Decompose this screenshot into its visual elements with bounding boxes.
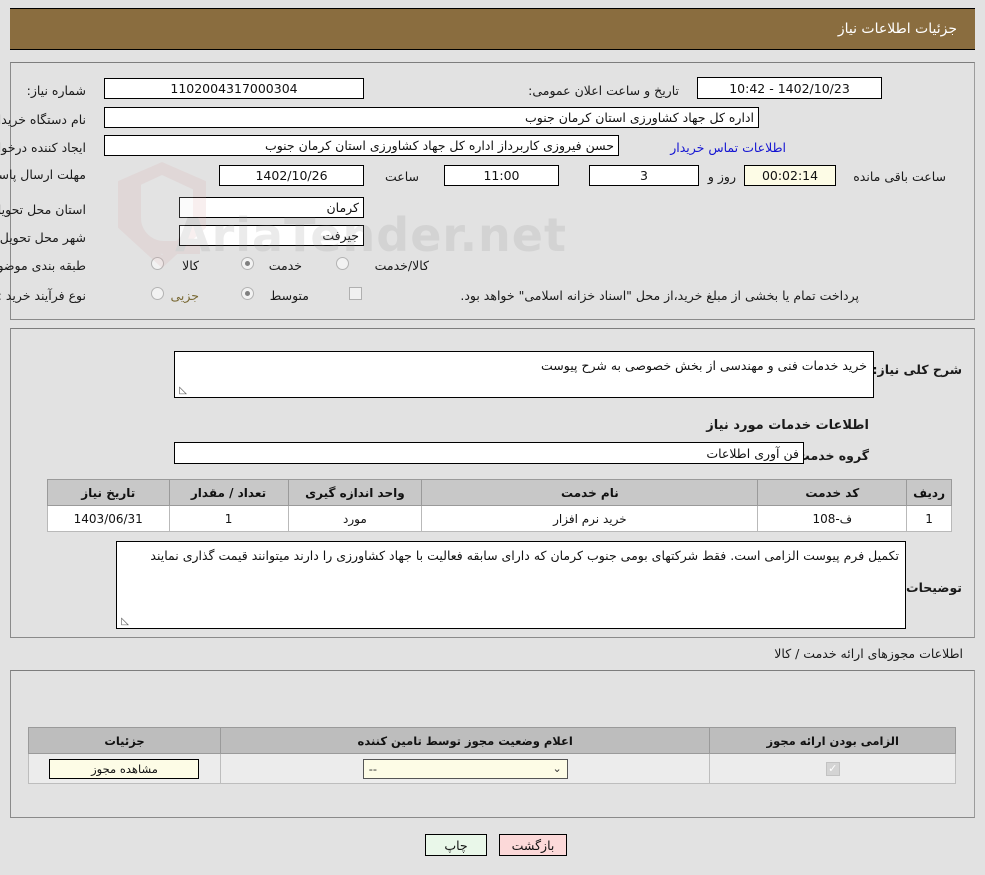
category-label: طبقه بندی موضوعی: <box>0 258 86 273</box>
radio-category-kala-khedmat[interactable] <box>336 257 349 270</box>
deadline-label-text: مهلت ارسال پاسخ: تا تاریخ: <box>0 167 86 182</box>
th-radif: ردیف <box>906 479 952 506</box>
radio-process-motevaset-label: متوسط <box>269 288 309 303</box>
process-label: نوع فرآیند خرید : <box>0 288 86 303</box>
deadline-date-value: 1402/10/26 <box>219 165 364 186</box>
th-unit: واحد اندازه گیری <box>287 479 423 506</box>
radio-category-kala[interactable] <box>151 257 164 270</box>
city-value: جیرفت <box>179 225 364 246</box>
resize-grip-icon: ◺ <box>121 616 129 627</box>
th-permit-status: اعلام وضعیت مجوز توسط تامین کننده <box>219 727 711 754</box>
resize-grip-icon: ◺ <box>179 385 187 396</box>
city-label: شهر محل تحویل: <box>0 230 86 245</box>
td-unit: مورد <box>287 505 423 532</box>
radio-process-jozee-label: جزیی <box>170 288 199 303</box>
treasury-checkbox[interactable] <box>349 287 362 300</box>
page-title: جزئیات اطلاعات نیاز <box>837 21 957 37</box>
buyer-notes-textarea[interactable]: تکمیل فرم پیوست الزامی است. فقط شرکتهای … <box>116 541 906 629</box>
td-date: 1403/06/31 <box>47 505 170 532</box>
td-permit-detail: مشاهده مجوز <box>28 753 221 784</box>
table-row: ✓ ⌄ -- مشاهده مجوز <box>28 753 956 784</box>
back-button[interactable]: بازگشت <box>499 834 567 856</box>
buyer-org-value: اداره کل جهاد کشاورزی استان کرمان جنوب <box>104 107 759 128</box>
radio-category-khedmat[interactable] <box>241 257 254 270</box>
table-row: 1 ف-108 خرید نرم افزار مورد 1 1403/06/31 <box>47 505 952 532</box>
buyer-notes-value: تکمیل فرم پیوست الزامی است. فقط شرکتهای … <box>150 548 899 563</box>
general-desc-textarea[interactable]: خرید خدمات فنی و مهندسی از بخش خصوصی به … <box>174 351 874 398</box>
permit-status-value: -- <box>368 761 377 776</box>
public-announce-label: تاریخ و ساعت اعلان عمومی: <box>528 83 679 98</box>
creator-value: حسن فیروزی کاربرداز اداره کل جهاد کشاورز… <box>104 135 619 156</box>
th-date: تاریخ نیاز <box>47 479 170 506</box>
th-code: کد خدمت <box>757 479 908 506</box>
need-number-label: شماره نیاز: <box>26 83 86 98</box>
radio-process-jozee[interactable] <box>151 287 164 300</box>
service-group-value: فن آوری اطلاعات <box>174 442 804 464</box>
countdown-value: 00:02:14 <box>744 165 836 186</box>
services-table: ردیف کد خدمت نام خدمت واحد اندازه گیری ت… <box>47 479 952 532</box>
buyer-org-label: نام دستگاه خریدار: <box>0 112 86 127</box>
radio-category-khedmat-label: خدمت <box>268 258 302 273</box>
permit-status-dropdown[interactable]: ⌄ -- <box>362 758 568 779</box>
td-radif: 1 <box>906 505 952 532</box>
view-permit-button[interactable]: مشاهده مجوز <box>49 758 200 779</box>
province-value: کرمان <box>179 197 364 218</box>
services-heading: اطلاعات خدمات مورد نیاز <box>706 418 869 433</box>
page-header-bar: جزئیات اطلاعات نیاز <box>10 8 975 50</box>
public-announce-value: 1402/10/23 - 10:42 <box>697 77 882 99</box>
buyer-contact-link[interactable]: اطلاعات تماس خریدار <box>670 141 786 155</box>
days-suffix-label: روز و <box>707 169 736 184</box>
chevron-down-icon: ⌄ <box>552 762 562 775</box>
th-permit-detail: جزئیات <box>28 727 221 754</box>
tender-details-page: جزئیات اطلاعات نیاز AriaTender.net شماره… <box>0 0 985 875</box>
time-value: 11:00 <box>444 165 559 186</box>
province-label: استان محل تحویل: <box>0 202 86 217</box>
days-remaining-value: 3 <box>589 165 699 186</box>
need-details-panel: شرح کلی نیاز: خرید خدمات فنی و مهندسی از… <box>10 328 975 638</box>
permits-table: الزامی بودن ارائه مجوز اعلام وضعیت مجوز … <box>28 727 956 784</box>
general-desc-label: شرح کلی نیاز: <box>872 362 962 377</box>
radio-process-motevaset[interactable] <box>241 287 254 300</box>
permits-section-title: اطلاعات مجوزهای ارائه خدمت / کالا <box>774 646 963 661</box>
deadline-label: مهلت ارسال پاسخ: تا تاریخ: <box>0 167 86 182</box>
radio-category-kala-khedmat-label: کالا/خدمت <box>374 258 429 273</box>
permits-panel: الزامی بودن ارائه مجوز اعلام وضعیت مجوز … <box>10 670 975 818</box>
countdown-suffix-label: ساعت باقی مانده <box>853 169 946 184</box>
need-summary-panel: شماره نیاز: 1102004317000304 تاریخ و ساع… <box>0 62 975 320</box>
th-name: نام خدمت <box>421 479 759 506</box>
print-button[interactable]: چاپ <box>425 834 487 856</box>
permit-required-checkbox: ✓ <box>825 761 840 776</box>
creator-label: ایجاد کننده درخواست: <box>0 140 86 155</box>
th-qty: تعداد / مقدار <box>168 479 289 506</box>
treasury-checkbox-label: پرداخت تمام یا بخشی از مبلغ خرید،از محل … <box>460 288 859 303</box>
td-name: خرید نرم افزار <box>421 505 759 532</box>
time-label: ساعت <box>384 169 419 184</box>
general-desc-value: خرید خدمات فنی و مهندسی از بخش خصوصی به … <box>541 358 867 373</box>
td-permit-required: ✓ <box>709 753 956 784</box>
th-permit-required: الزامی بودن ارائه مجوز <box>709 727 956 754</box>
td-permit-status: ⌄ -- <box>219 753 711 784</box>
need-number-value: 1102004317000304 <box>104 78 364 99</box>
permits-table-header-row: الزامی بودن ارائه مجوز اعلام وضعیت مجوز … <box>28 727 956 754</box>
radio-category-kala-label: کالا <box>182 258 199 273</box>
services-table-header-row: ردیف کد خدمت نام خدمت واحد اندازه گیری ت… <box>47 479 952 506</box>
td-code: ف-108 <box>757 505 908 532</box>
td-qty: 1 <box>168 505 289 532</box>
